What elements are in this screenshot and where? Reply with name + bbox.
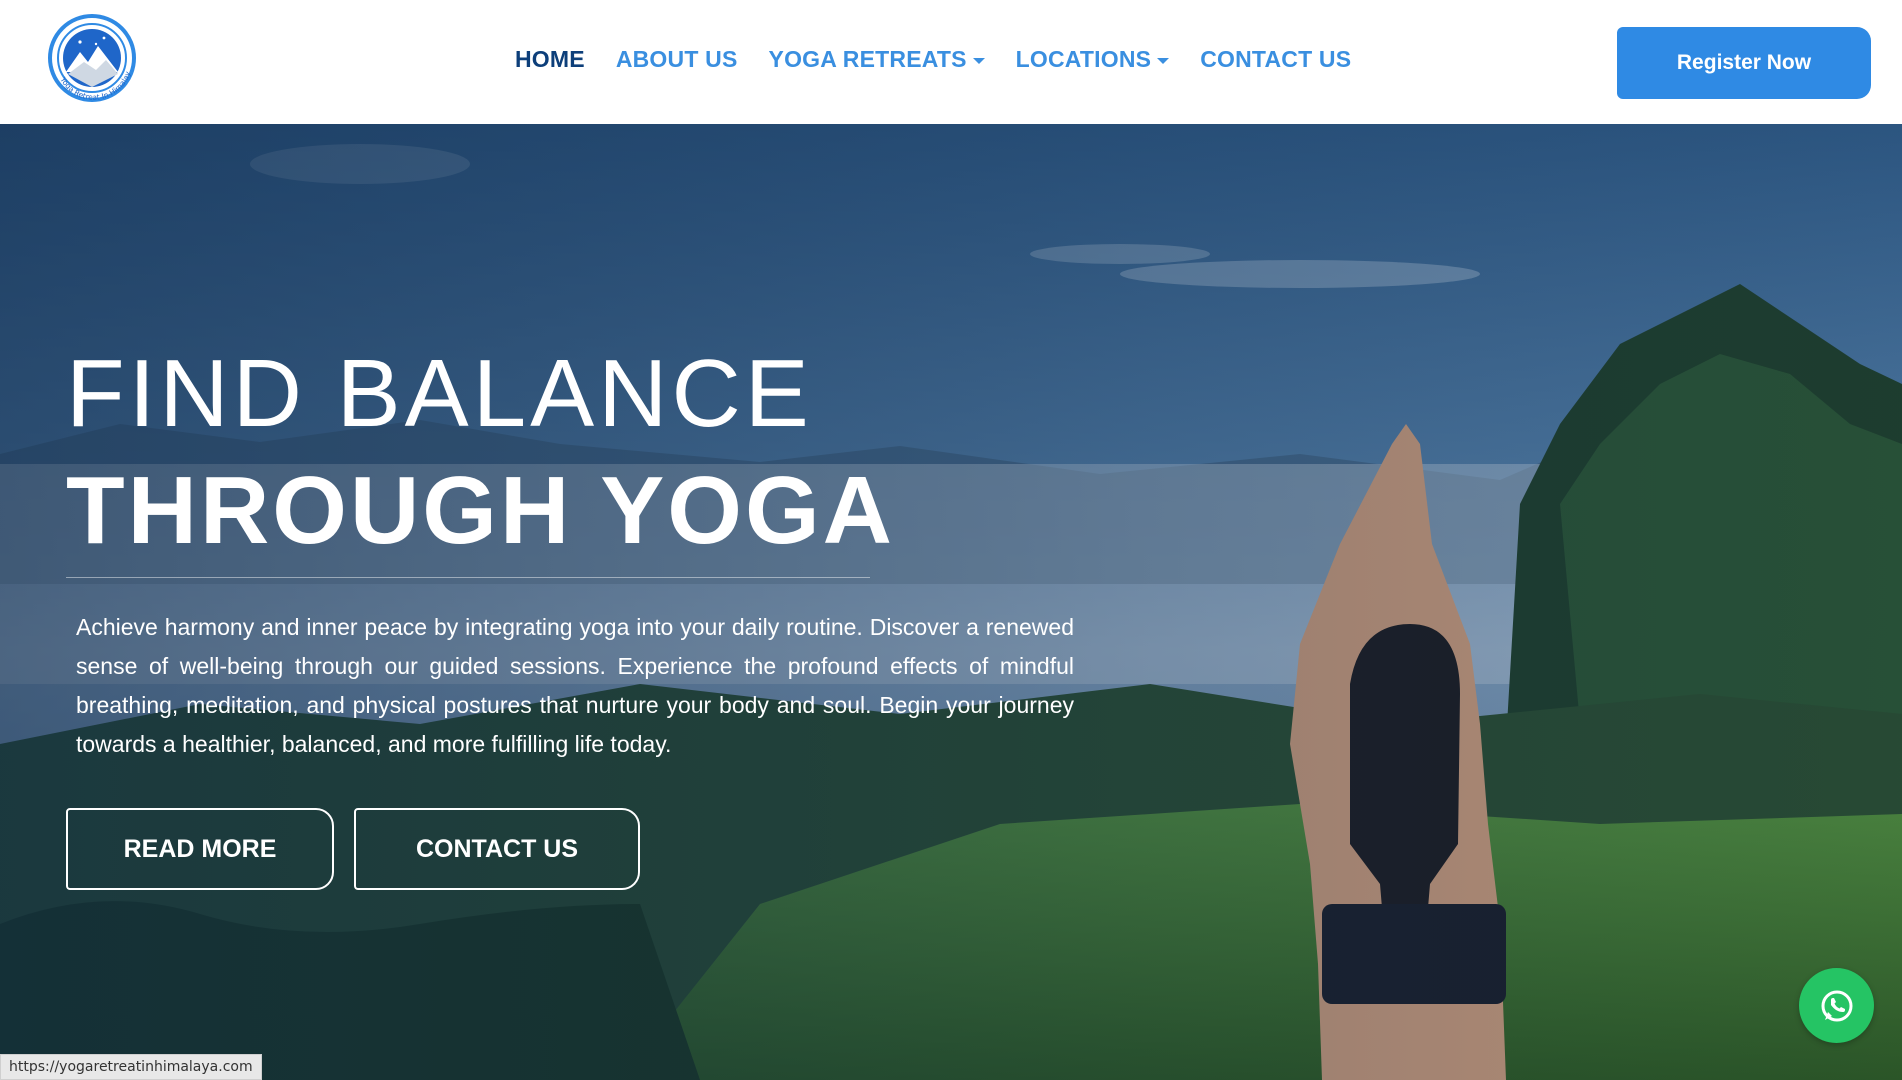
title-divider — [66, 577, 870, 578]
site-logo[interactable]: Yoga Retreat In Himalaya — [42, 5, 140, 108]
hero-buttons: READ MORE CONTACT US — [66, 808, 1086, 890]
chevron-down-icon — [1157, 57, 1170, 64]
mountain-stars-logo-icon: Yoga Retreat In Himalaya — [42, 5, 136, 102]
contact-us-button[interactable]: CONTACT US — [354, 808, 640, 890]
nav-about-us[interactable]: ABOUT US — [616, 46, 738, 73]
register-now-button[interactable]: Register Now — [1617, 27, 1871, 99]
nav-locations[interactable]: LOCATIONS — [1016, 46, 1170, 73]
main-nav: HOME ABOUT US YOGA RETREATS LOCATIONS CO… — [515, 46, 1382, 73]
hero-description: Achieve harmony and inner peace by integ… — [76, 614, 1074, 757]
read-more-button[interactable]: READ MORE — [66, 808, 334, 890]
chevron-down-icon — [972, 57, 985, 64]
hero-title-line1: FIND BALANCE — [66, 340, 813, 447]
nav-contact-us[interactable]: CONTACT US — [1200, 46, 1351, 73]
hero-section: FIND BALANCE THROUGH YOGA Achieve harmon… — [0, 124, 1902, 1080]
nav-home[interactable]: HOME — [515, 46, 585, 73]
nav-yoga-retreats[interactable]: YOGA RETREATS — [769, 46, 985, 73]
site-header: Yoga Retreat In Himalaya HOME ABOUT US Y… — [0, 0, 1902, 124]
hero-content: FIND BALANCE THROUGH YOGA Achieve harmon… — [66, 339, 1086, 890]
status-bar-url: https://yogaretreatinhimalaya.com — [0, 1054, 262, 1080]
whatsapp-button[interactable] — [1799, 968, 1874, 1043]
hero-title-line2: THROUGH YOGA — [66, 457, 895, 564]
whatsapp-icon — [1821, 990, 1852, 1021]
